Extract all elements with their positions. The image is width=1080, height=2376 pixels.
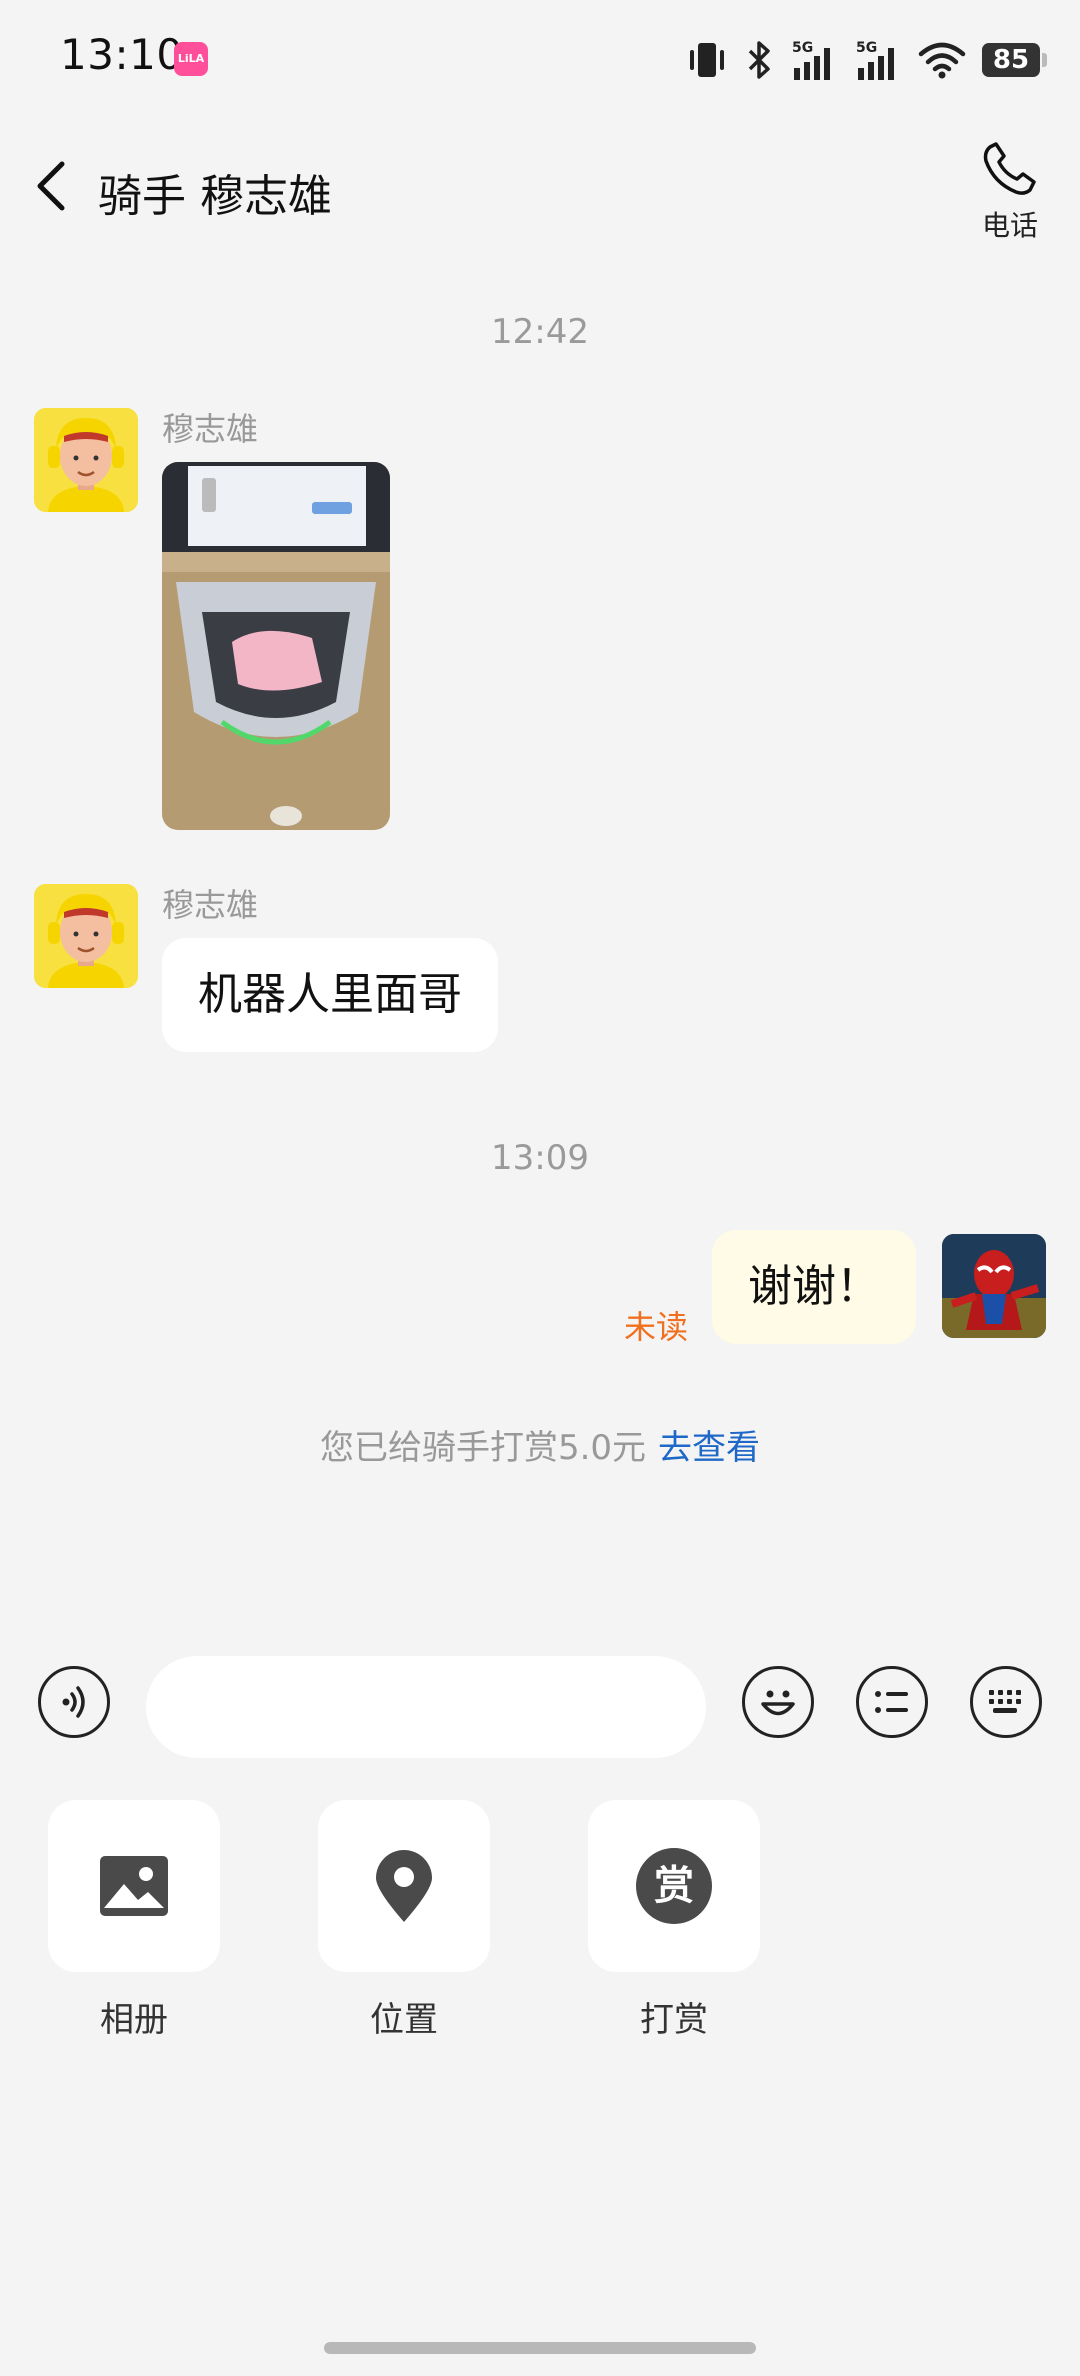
message-bubble-outgoing[interactable]: 谢谢！ (712, 1230, 916, 1344)
battery-icon: 85 (982, 43, 1047, 77)
reward-label: 打赏 (640, 2000, 708, 2040)
unread-status: 未读 (624, 1308, 689, 1346)
keyboard-icon (989, 1690, 1021, 1713)
list-icon (875, 1691, 908, 1713)
rider-avatar-image (34, 408, 138, 512)
home-indicator[interactable] (324, 2342, 756, 2354)
status-time: 13:10 (60, 30, 184, 79)
rider-avatar[interactable] (34, 408, 138, 512)
album-tool[interactable]: 相册 (48, 1800, 220, 2041)
timestamp: 13:09 (491, 1138, 589, 1178)
my-avatar-image (942, 1234, 1046, 1338)
call-label: 电话 (981, 209, 1038, 242)
album-tool-button[interactable] (48, 1800, 220, 1972)
page-title: 骑手 穆志雄 (98, 171, 332, 222)
voice-input-button[interactable] (38, 1666, 110, 1738)
signal-5g-icon-2: 5G (856, 40, 894, 80)
phone-icon (983, 142, 1036, 195)
emoji-icon (761, 1690, 795, 1716)
status-icons: 5G 5G 85 (684, 34, 1047, 86)
view-reward-link[interactable]: 去查看 (658, 1428, 760, 1468)
reward-icon: 赏 (636, 1848, 712, 1924)
timestamp: 12:42 (491, 312, 589, 352)
message-bubble[interactable]: 机器人里面哥 (162, 938, 498, 1052)
reward-tool[interactable]: 赏 打赏 (588, 1800, 760, 2041)
reward-notice: 您已给骑手打赏5.0元 去查看 (0, 1420, 1080, 1469)
reward-tool-button[interactable]: 赏 (588, 1800, 760, 1972)
sender-name: 穆志雄 (162, 410, 259, 448)
image-message[interactable] (162, 462, 390, 830)
delivery-photo (162, 462, 390, 830)
wifi-icon (918, 42, 966, 79)
quick-reply-button[interactable] (856, 1666, 928, 1738)
my-avatar[interactable] (942, 1234, 1046, 1338)
location-tool-button[interactable] (318, 1800, 490, 1972)
message-input[interactable] (146, 1656, 706, 1758)
emoji-button[interactable] (742, 1666, 814, 1738)
keyboard-button[interactable] (970, 1666, 1042, 1738)
reward-notice-text: 您已给骑手打赏5.0元 (319, 1428, 647, 1468)
signal-5g-icon: 5G (792, 40, 830, 80)
rider-avatar-image (34, 884, 138, 988)
bluetooth-icon (748, 41, 770, 79)
album-label: 相册 (100, 2000, 168, 2040)
location-tool[interactable]: 位置 (318, 1800, 490, 2041)
location-pin-icon (376, 1850, 432, 1922)
voice-icon (62, 1686, 85, 1718)
vibrate-icon (690, 43, 724, 77)
app-notification-icon: LiLA (174, 42, 208, 76)
location-label: 位置 (370, 2000, 438, 2040)
svg-text:5G: 5G (856, 40, 877, 56)
photo-album-icon (100, 1856, 168, 1916)
sender-name: 穆志雄 (162, 886, 259, 924)
back-arrow-icon[interactable] (30, 158, 74, 214)
call-button[interactable]: 电话 (970, 138, 1050, 244)
rider-avatar[interactable] (34, 884, 138, 988)
svg-text:5G: 5G (792, 40, 813, 56)
